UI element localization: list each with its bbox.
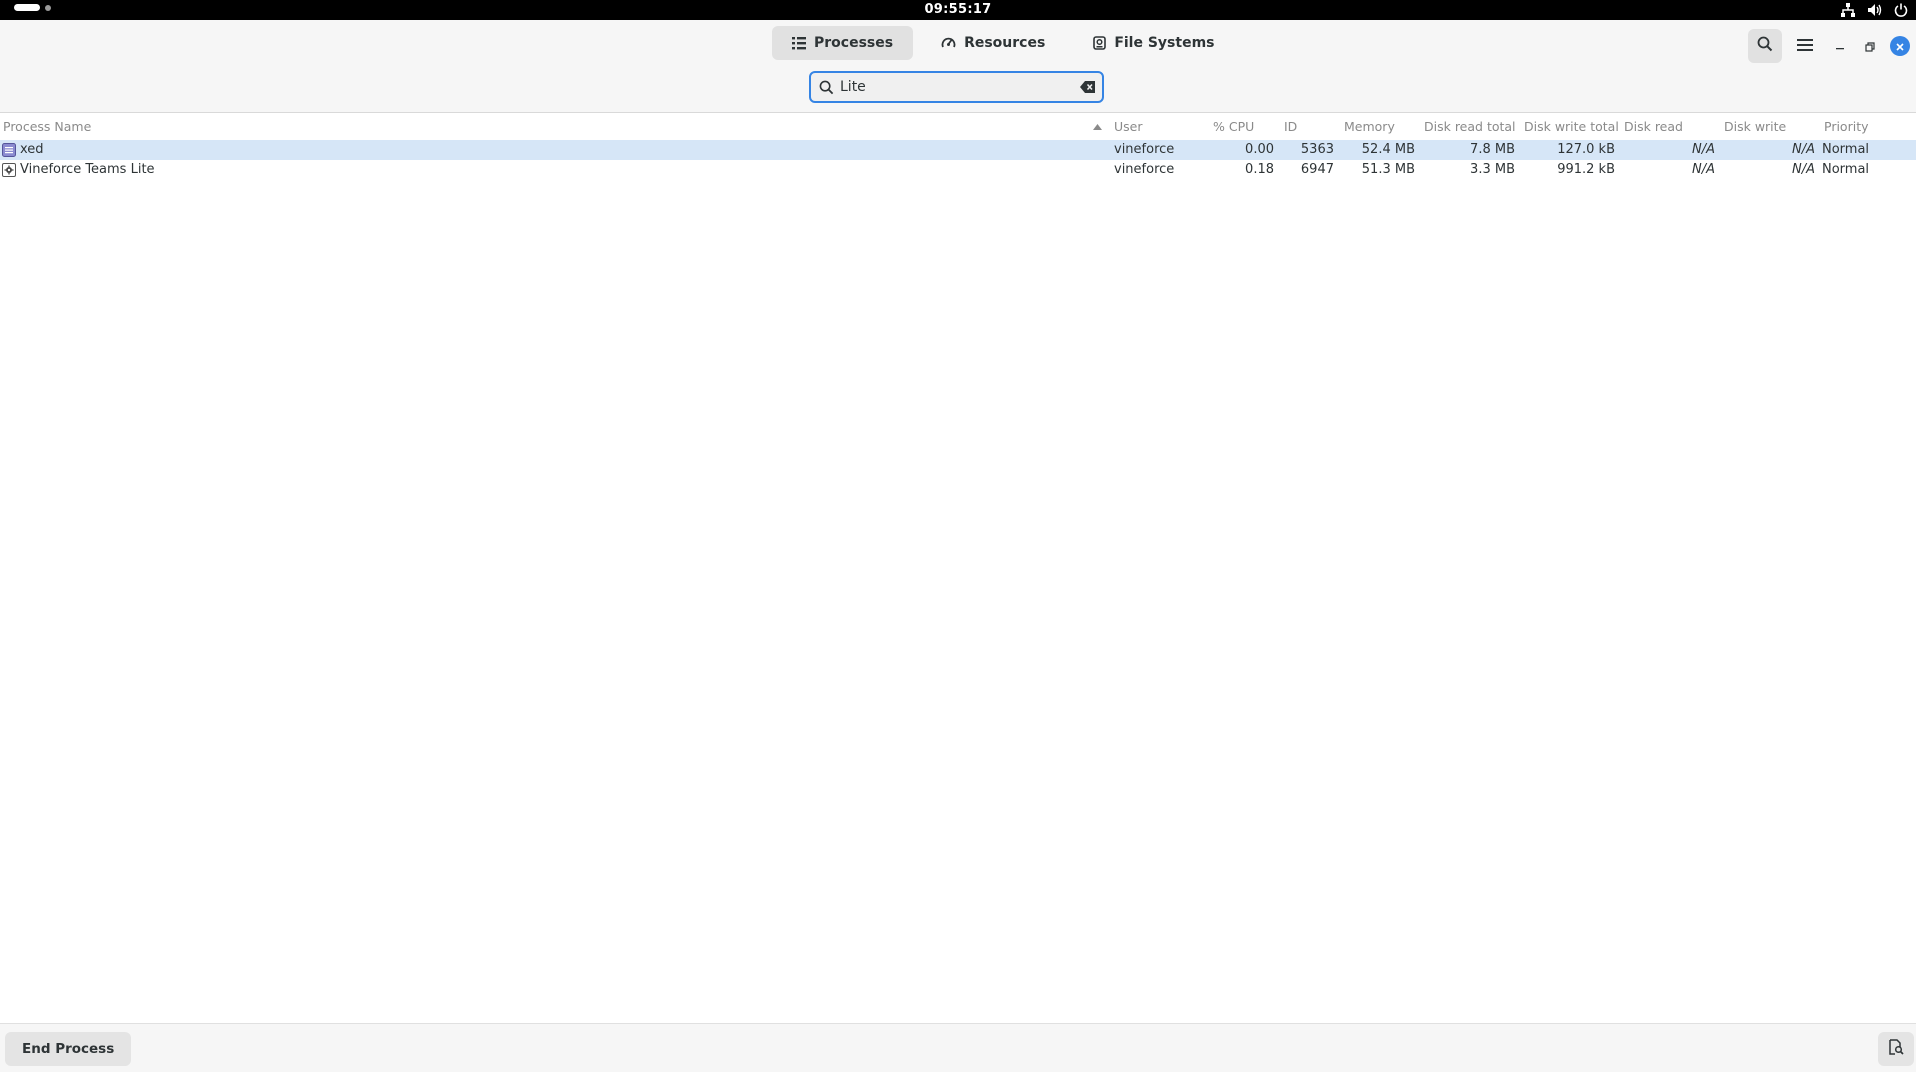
table-row[interactable]: Vineforce Teams Lite vineforce 0.18 6947… <box>0 160 1916 180</box>
end-process-button[interactable]: End Process <box>5 1032 132 1066</box>
column-header-priority[interactable]: Priority <box>1824 113 1869 140</box>
process-table: Process Name User % CPU ID Memory Disk r… <box>0 113 1916 180</box>
disk-write-cell: N/A <box>1792 142 1815 157</box>
disk-icon <box>1093 36 1107 50</box>
restore-icon <box>1865 37 1875 56</box>
clock[interactable]: 09:55:17 <box>0 0 1916 20</box>
system-top-bar: 09:55:17 <box>0 0 1916 20</box>
search-input[interactable] <box>840 79 1060 95</box>
list-icon <box>792 36 806 50</box>
column-header-disk-write[interactable]: Disk write <box>1724 113 1786 140</box>
gear-icon <box>2 163 16 177</box>
id-cell: 5363 <box>1300 142 1334 157</box>
process-name: Vineforce Teams Lite <box>20 162 155 177</box>
table-row[interactable]: xed vineforce 0.00 5363 52.4 MB 7.8 MB 1… <box>0 140 1916 160</box>
column-header-memory[interactable]: Memory <box>1344 113 1395 140</box>
cpu-cell: 0.18 <box>1245 162 1274 177</box>
maximize-button[interactable] <box>1860 36 1880 56</box>
process-properties-button[interactable] <box>1878 1032 1914 1066</box>
gauge-icon <box>941 36 956 50</box>
view-switcher: Processes Resources File Systems <box>772 26 1235 60</box>
header-bar: Processes Resources File Systems <box>0 20 1916 67</box>
column-header-disk-write-total[interactable]: Disk write total <box>1524 113 1619 140</box>
document-search-icon <box>1888 1039 1904 1059</box>
disk-write-total-cell: 127.0 kB <box>1557 142 1615 157</box>
search-bar <box>0 67 1916 113</box>
volume-icon[interactable] <box>1867 3 1882 17</box>
disk-read-cell: N/A <box>1692 142 1715 157</box>
priority-cell: Normal <box>1822 142 1870 157</box>
tab-processes[interactable]: Processes <box>772 26 914 60</box>
disk-read-cell: N/A <box>1692 162 1715 177</box>
column-header-disk-read-total[interactable]: Disk read total <box>1424 113 1516 140</box>
clear-search-icon[interactable] <box>1080 80 1096 94</box>
search-icon <box>1757 36 1773 56</box>
column-header-user[interactable]: User <box>1114 113 1143 140</box>
memory-cell: 52.4 MB <box>1361 142 1415 157</box>
column-header-process-name[interactable]: Process Name <box>3 113 91 140</box>
close-icon <box>1895 37 1905 56</box>
hamburger-icon <box>1797 37 1813 56</box>
memory-cell: 51.3 MB <box>1361 162 1415 177</box>
system-tray[interactable] <box>1841 0 1908 20</box>
column-header-cpu[interactable]: % CPU <box>1213 113 1254 140</box>
main-menu-button[interactable] <box>1788 29 1822 63</box>
user-cell: vineforce <box>1114 142 1175 157</box>
tab-resources-label: Resources <box>964 35 1046 51</box>
search-icon <box>819 80 834 95</box>
tab-resources[interactable]: Resources <box>921 26 1065 60</box>
text-editor-app-icon <box>2 143 16 157</box>
process-name: xed <box>20 142 44 157</box>
cpu-cell: 0.00 <box>1245 142 1274 157</box>
action-bar: End Process <box>0 1023 1916 1072</box>
table-header: Process Name User % CPU ID Memory Disk r… <box>0 113 1916 140</box>
process-name-cell: Vineforce Teams Lite <box>2 160 155 180</box>
disk-write-cell: N/A <box>1792 162 1815 177</box>
close-window-button[interactable] <box>1890 36 1910 56</box>
minimize-icon <box>1835 37 1845 56</box>
tab-file-systems-label: File Systems <box>1114 35 1215 51</box>
tab-processes-label: Processes <box>814 35 894 51</box>
process-name-cell: xed <box>2 140 44 160</box>
search-toggle-button[interactable] <box>1748 29 1782 63</box>
id-cell: 6947 <box>1300 162 1334 177</box>
sort-ascending-icon[interactable] <box>1092 113 1103 140</box>
priority-cell: Normal <box>1822 162 1870 177</box>
column-header-disk-read[interactable]: Disk read <box>1624 113 1683 140</box>
minimize-button[interactable] <box>1830 36 1850 56</box>
disk-read-total-cell: 3.3 MB <box>1470 162 1515 177</box>
power-icon[interactable] <box>1894 3 1908 17</box>
disk-write-total-cell: 991.2 kB <box>1557 162 1615 177</box>
tab-file-systems[interactable]: File Systems <box>1073 26 1234 60</box>
search-entry[interactable] <box>809 71 1104 103</box>
disk-read-total-cell: 7.8 MB <box>1470 142 1515 157</box>
network-icon[interactable] <box>1841 3 1855 17</box>
user-cell: vineforce <box>1114 162 1175 177</box>
column-header-id[interactable]: ID <box>1284 113 1297 140</box>
